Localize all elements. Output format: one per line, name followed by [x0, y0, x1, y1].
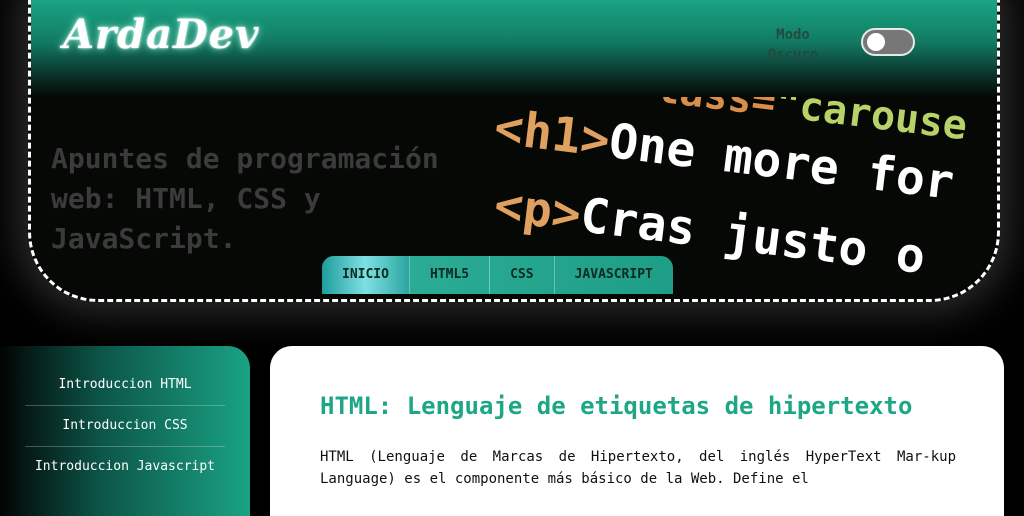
top-navbar: ArdaDev Modo Oscuro: [31, 0, 997, 97]
hero-banner: -lass="carouse <h1>One more for <p>Cras …: [28, 0, 1000, 302]
tab-css[interactable]: CSS: [490, 256, 555, 294]
article-paragraph: HTML (Lenguaje de Marcas de Hipertexto, …: [320, 449, 956, 487]
sidebar: Introduccion HTML Introduccion CSS Intro…: [0, 346, 250, 516]
toggle-knob: [867, 33, 885, 51]
main-tabs: INICIO HTML5 CSS JAVASCRIPT: [322, 256, 673, 294]
site-logo[interactable]: ArdaDev: [63, 11, 259, 58]
hero-title: Apuntes de programación web: HTML, CSS y…: [51, 142, 439, 255]
tab-inicio[interactable]: INICIO: [322, 256, 410, 294]
main-content: HTML: Lenguaje de etiquetas de hipertext…: [270, 346, 1004, 516]
tab-javascript[interactable]: JAVASCRIPT: [555, 256, 673, 294]
tab-html5[interactable]: HTML5: [410, 256, 491, 294]
dark-mode-toggle[interactable]: [861, 28, 915, 56]
sidebar-item-intro-javascript[interactable]: Introduccion Javascript: [25, 447, 225, 487]
dark-mode-label: Modo Oscuro: [767, 27, 819, 63]
article-heading: HTML: Lenguaje de etiquetas de hipertext…: [320, 392, 913, 420]
sidebar-item-intro-html[interactable]: Introduccion HTML: [25, 365, 225, 406]
sidebar-item-intro-css[interactable]: Introduccion CSS: [25, 406, 225, 447]
